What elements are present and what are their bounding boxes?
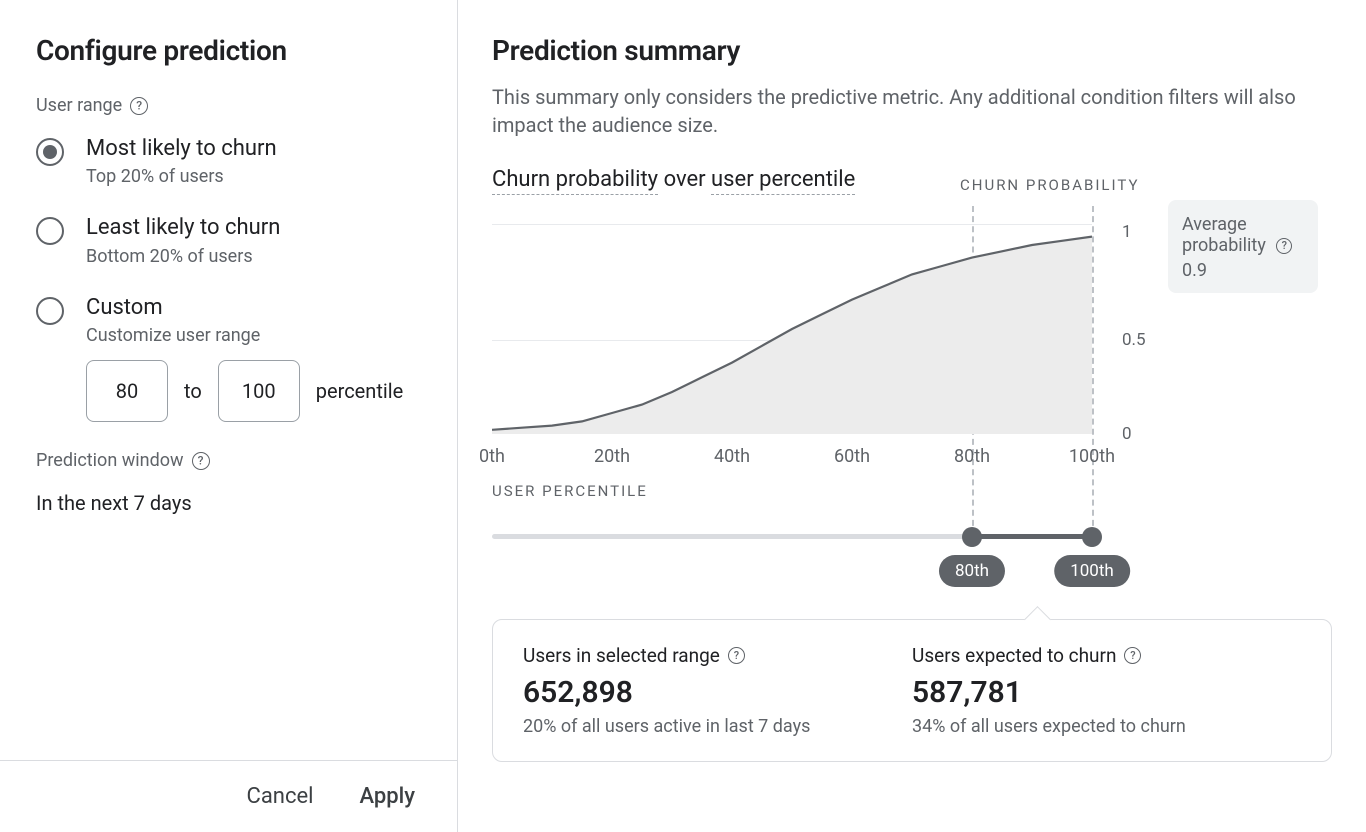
y-axis-title: CHURN PROBABILITY bbox=[960, 176, 1139, 194]
radio-button-icon bbox=[36, 138, 64, 166]
chart: CHURN PROBABILITY 1 0.5 0 Average probab… bbox=[492, 206, 1332, 762]
x-tick: 0th bbox=[479, 446, 505, 467]
selection-marker-right bbox=[1092, 206, 1094, 536]
x-tick: 100th bbox=[1069, 446, 1115, 467]
area-curve bbox=[492, 206, 1092, 438]
slider-fill bbox=[972, 534, 1092, 539]
y-tick: 0.5 bbox=[1122, 330, 1146, 350]
radio-button-icon bbox=[36, 217, 64, 245]
summary-panel: Prediction summary This summary only con… bbox=[458, 0, 1366, 832]
stat-users-in-range-sub: 20% of all users active in last 7 days bbox=[523, 716, 912, 737]
prediction-window-label: Prediction window bbox=[36, 450, 421, 471]
stat-expected-churn-sub: 34% of all users expected to churn bbox=[912, 716, 1301, 737]
slider-badge-high: 100th bbox=[1054, 555, 1130, 587]
average-probability-tooltip: Average probability 0.9 bbox=[1168, 200, 1318, 293]
y-tick: 1 bbox=[1122, 222, 1132, 242]
user-range-label: User range bbox=[36, 95, 421, 116]
prediction-window-value: In the next 7 days bbox=[36, 491, 421, 515]
x-tick: 60th bbox=[834, 446, 870, 467]
summary-title: Prediction summary bbox=[492, 34, 1332, 67]
x-ticks: 0th20th40th60th80th100th bbox=[492, 446, 1092, 472]
x-tick: 80th bbox=[954, 446, 990, 467]
radio-most-likely[interactable]: Most likely to churn Top 20% of users bbox=[36, 136, 421, 187]
stat-users-in-range-value: 652,898 bbox=[523, 675, 912, 710]
apply-button[interactable]: Apply bbox=[353, 783, 421, 810]
x-tick: 20th bbox=[594, 446, 630, 467]
stat-users-in-range-title: Users in selected range bbox=[523, 644, 912, 667]
summary-description: This summary only considers the predicti… bbox=[492, 83, 1332, 139]
help-icon[interactable] bbox=[192, 452, 210, 470]
help-icon[interactable] bbox=[130, 97, 148, 115]
configure-panel: Configure prediction User range Most lik… bbox=[0, 0, 458, 832]
radio-least-likely[interactable]: Least likely to churn Bottom 20% of user… bbox=[36, 215, 421, 266]
stat-expected-churn-value: 587,781 bbox=[912, 675, 1301, 710]
footer-actions: Cancel Apply bbox=[0, 760, 457, 832]
percentile-to-input[interactable]: 100 bbox=[218, 360, 300, 422]
help-icon[interactable] bbox=[1124, 647, 1141, 664]
user-range-radio-group: Most likely to churn Top 20% of users Le… bbox=[36, 136, 421, 346]
chart-title: Churn probability over user percentile bbox=[492, 167, 1332, 192]
cancel-button[interactable]: Cancel bbox=[241, 783, 320, 810]
help-icon[interactable] bbox=[1276, 238, 1292, 254]
stat-expected-churn-title: Users expected to churn bbox=[912, 644, 1301, 667]
x-axis-title: USER PERCENTILE bbox=[492, 482, 1332, 500]
percentile-from-input[interactable]: 80 bbox=[86, 360, 168, 422]
stats-card: Users in selected range 652,898 20% of a… bbox=[492, 619, 1332, 762]
configure-title: Configure prediction bbox=[36, 34, 421, 67]
x-tick: 40th bbox=[714, 446, 750, 467]
slider-thumb-low[interactable] bbox=[962, 527, 982, 547]
radio-custom[interactable]: Custom Customize user range bbox=[36, 295, 421, 346]
plot-area: 1 0.5 0 bbox=[492, 206, 1092, 438]
y-tick: 0 bbox=[1122, 424, 1132, 444]
slider-thumb-high[interactable] bbox=[1082, 527, 1102, 547]
percentile-slider[interactable]: 80th 100th bbox=[492, 534, 1092, 595]
custom-range-inputs: 80 to 100 percentile bbox=[86, 360, 421, 422]
slider-badge-low: 80th bbox=[939, 555, 1005, 587]
radio-button-icon bbox=[36, 297, 64, 325]
help-icon[interactable] bbox=[728, 647, 745, 664]
slider-track bbox=[492, 534, 1092, 539]
